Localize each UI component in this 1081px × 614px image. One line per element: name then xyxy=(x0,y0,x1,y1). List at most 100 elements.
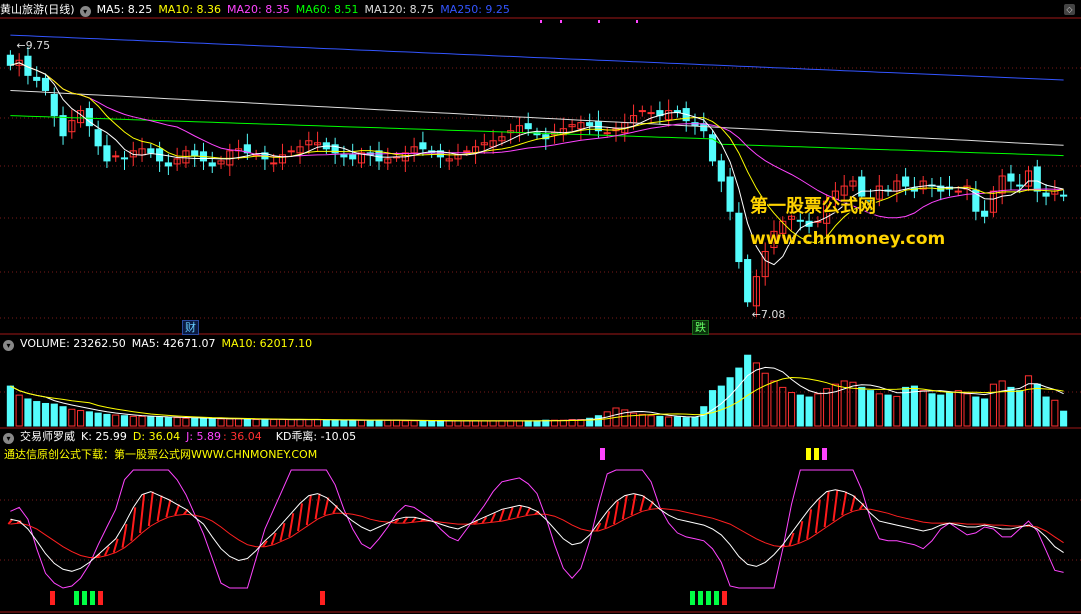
kd-hatch xyxy=(490,512,497,523)
volume-bar xyxy=(147,416,155,427)
volume-bar xyxy=(322,419,330,427)
kd-hatch xyxy=(402,516,409,524)
candle-body xyxy=(103,145,111,162)
candle-body xyxy=(340,154,348,158)
kd-hatch xyxy=(621,495,628,520)
candle-body xyxy=(33,76,41,81)
candle-body xyxy=(419,142,427,150)
candle-body xyxy=(6,54,14,66)
stock-title[interactable]: 黄山旅游(日线) xyxy=(0,3,75,16)
volume-bar xyxy=(191,417,199,427)
candle-body xyxy=(191,150,199,157)
volume-bar xyxy=(489,420,497,427)
chart-canvas: ←9.75 ←7.08 xyxy=(0,17,1081,613)
kdj-settings-icon[interactable]: ▾ xyxy=(3,433,14,444)
candle-body xyxy=(647,112,655,115)
volume-bar xyxy=(120,415,129,427)
candle-body xyxy=(726,176,734,212)
volume-bar xyxy=(392,419,401,427)
watermark-url: www.chnmoney.com xyxy=(750,229,946,249)
ma10-line xyxy=(10,62,1064,244)
candle-body xyxy=(270,162,278,165)
kd-hatch xyxy=(165,499,172,518)
volume-bar xyxy=(410,420,418,427)
ma250-line xyxy=(10,34,1064,81)
candle-body xyxy=(1033,166,1041,192)
candle-body xyxy=(287,150,295,153)
volume-bar xyxy=(182,417,190,427)
volume-bar xyxy=(524,420,532,427)
kd-hatch xyxy=(498,509,505,522)
volume-bar xyxy=(515,420,524,427)
volume-bar xyxy=(129,415,137,427)
candle-body xyxy=(41,77,50,91)
volume-bar xyxy=(454,420,462,427)
candle-body xyxy=(586,122,594,127)
volume-bar xyxy=(33,401,41,427)
volume-bar xyxy=(270,419,278,427)
buy-signal-marker xyxy=(50,591,55,605)
volume-bar xyxy=(717,385,725,427)
ma-label-5: MA250: 9.25 xyxy=(440,3,510,16)
volume-bar xyxy=(787,392,796,427)
ma-label-1: MA10: 8.36 xyxy=(158,3,222,16)
kd-hatch xyxy=(823,491,830,528)
volume-bar xyxy=(770,380,778,427)
chart-stage: ←9.75 ←7.08 黄山旅游(日线) ▾ MA5: 8.25 MA10: 8.36 M… xyxy=(0,0,1081,614)
sell-signal-marker xyxy=(814,448,819,460)
promo-text[interactable]: 通达信原创公式下载：第一股票公式网WWW.CHNMONEY.COM xyxy=(4,447,317,463)
volume-bar xyxy=(252,419,260,427)
kd-hatch xyxy=(279,522,286,542)
candle-body xyxy=(59,115,67,137)
signal-dot xyxy=(560,20,562,23)
kdj-panel xyxy=(7,448,1064,605)
kdj-k: K: 25.99 xyxy=(81,430,127,443)
volume-bar xyxy=(823,388,831,427)
volume-bar xyxy=(893,395,901,427)
candle-body xyxy=(981,210,989,217)
volume-bar xyxy=(638,413,646,427)
buy-signal-marker xyxy=(722,591,727,605)
kd-hatch xyxy=(174,504,181,516)
volume-bar xyxy=(779,386,787,427)
volume-bar xyxy=(761,372,769,427)
signal-dot xyxy=(540,20,542,23)
volume-header: ▾ VOLUME: 23262.50 MA5: 42671.07 MA10: 6201… xyxy=(0,336,318,352)
kdj-name[interactable]: 交易师罗威 xyxy=(20,430,75,443)
watermark-name: 第一股票公式网 xyxy=(750,196,876,217)
settings-icon[interactable]: ▾ xyxy=(79,6,91,17)
news-tag-cai[interactable]: 财 xyxy=(182,320,199,335)
volume-bar xyxy=(507,420,515,427)
candle-body xyxy=(1007,173,1015,182)
volume-bar xyxy=(928,393,936,427)
candle-body xyxy=(954,190,962,193)
candle-body xyxy=(120,157,129,160)
expand-icon[interactable]: ◇ xyxy=(1064,4,1075,15)
kdj-header: ▾ 交易师罗威 K: 25.99 D: 36.04 J: 5.89: 36.04 KD乖离… xyxy=(0,429,362,445)
volume-bar xyxy=(235,418,243,427)
volume-bar xyxy=(594,415,603,427)
volume-bar xyxy=(94,412,102,427)
volume-bar xyxy=(15,394,23,427)
candle-body xyxy=(1042,192,1050,197)
kd-hatch xyxy=(156,495,163,522)
candle-body xyxy=(1060,194,1068,197)
kd-hatch xyxy=(147,491,154,527)
volume-bar xyxy=(884,394,892,427)
volume-settings-icon[interactable]: ▾ xyxy=(3,340,14,351)
ma-label-4: MA120: 8.75 xyxy=(364,3,435,16)
candle-body xyxy=(1016,184,1024,187)
volume-ma10: MA10: 62017.10 xyxy=(221,337,313,350)
candle-body xyxy=(902,176,910,187)
kd-hatch xyxy=(507,507,514,520)
candle-body xyxy=(796,219,804,222)
volume-bar xyxy=(138,415,146,427)
volume-bar xyxy=(480,420,488,427)
volume-bar xyxy=(24,398,32,427)
news-tag-die[interactable]: 跌 xyxy=(692,320,709,335)
volume-bar xyxy=(1042,396,1050,427)
volume-bar xyxy=(814,393,822,427)
volume-bar xyxy=(217,418,225,427)
kdj-j: J: 5.89 xyxy=(186,430,222,443)
high-label: ←9.75 xyxy=(16,39,50,52)
